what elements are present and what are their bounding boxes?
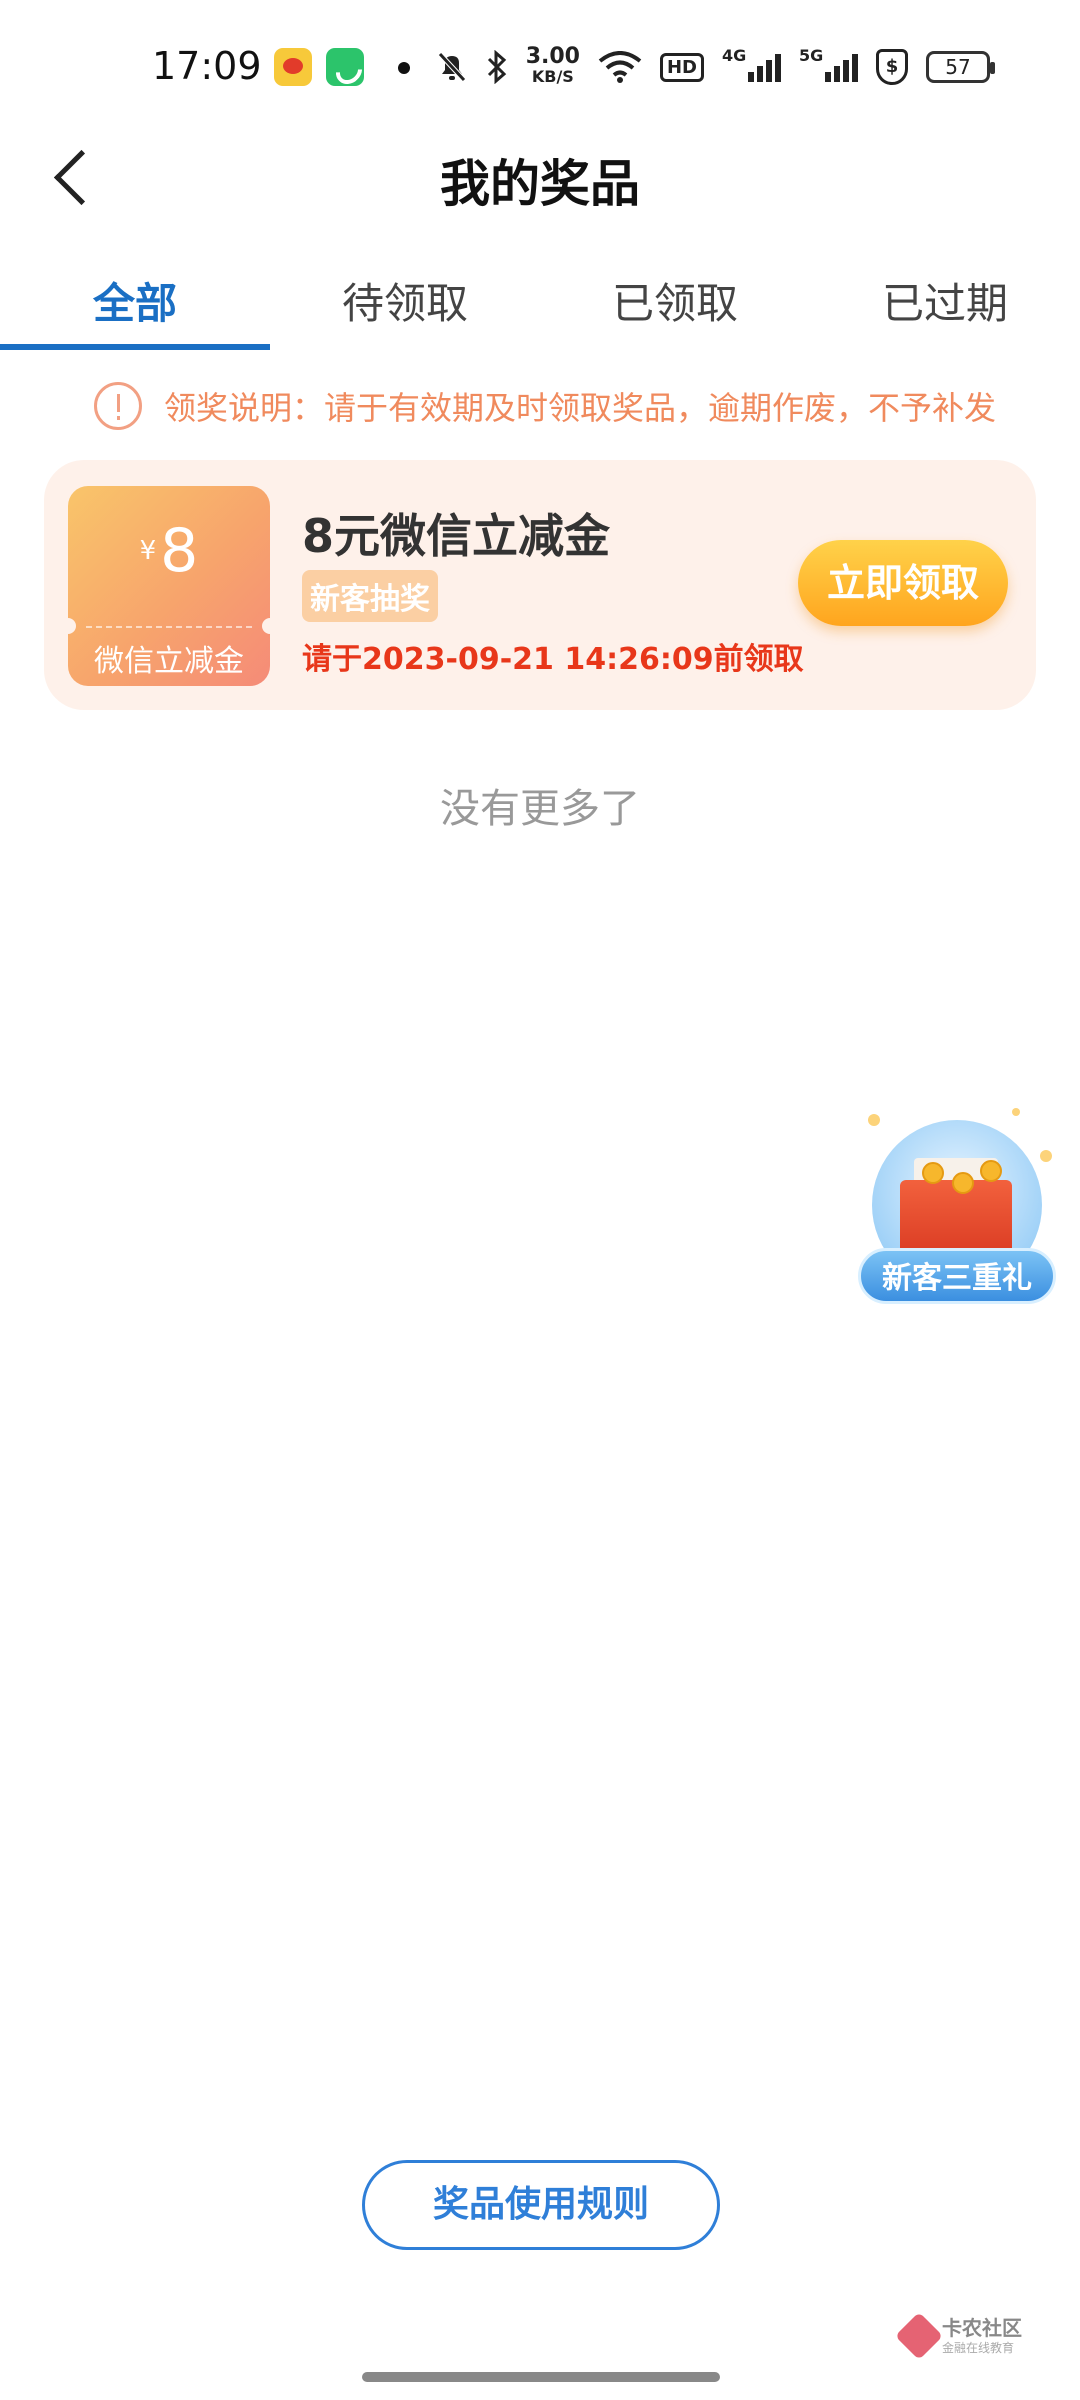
tab-all[interactable]: 全部 <box>0 240 270 350</box>
claim-button[interactable]: 立即领取 <box>798 540 1008 626</box>
tab-claimed[interactable]: 已领取 <box>540 240 810 350</box>
status-indicators: 3.00 KB/S HD 4G 5G $ 57 <box>436 42 995 92</box>
network-speed: 3.00 KB/S <box>525 44 580 87</box>
signal-icon: 4G <box>722 46 781 82</box>
network-speed-unit: KB/S <box>531 67 574 86</box>
prize-deadline: 请于2023-09-21 14:26:09前领取 <box>302 642 804 677</box>
watermark-text: 卡农社区 金融在线教育 <box>942 2318 1022 2354</box>
hd-voice-badge: HD <box>659 52 704 82</box>
coupon-value: ¥8 <box>68 516 270 586</box>
watermark-subtitle: 金融在线教育 <box>942 2341 1015 2355</box>
secure-payment-icon: $ <box>876 49 908 85</box>
coupon-label: 微信立减金 <box>94 644 244 679</box>
tab-pending[interactable]: 待领取 <box>270 240 540 350</box>
prize-card: ¥8 微信立减金 8元微信立减金 新客抽奖 请于2023-09-21 14:26… <box>44 460 1036 710</box>
coupon-notch <box>68 618 76 634</box>
watermark-title: 卡农社区 <box>942 2316 1022 2340</box>
signal-icon: 5G <box>799 46 858 82</box>
battery-icon: 57 <box>926 51 995 83</box>
coupon-currency: ¥ <box>139 536 157 566</box>
coin-icon <box>980 1160 1002 1182</box>
network-speed-value: 3.00 <box>525 44 580 69</box>
new-customer-gift-float[interactable]: 新客三重礼 <box>852 1100 1062 1320</box>
wifi-icon <box>598 51 642 83</box>
warning-icon <box>94 382 142 430</box>
bluetooth-icon <box>487 50 506 84</box>
coin-icon <box>922 1162 944 1184</box>
header: 我的奖品 <box>0 120 1080 230</box>
home-indicator[interactable] <box>362 2372 720 2382</box>
claim-notice: 领奖说明：请于有效期及时领取奖品，逾期作废，不予补发 <box>94 378 1044 434</box>
tab-bar: 全部 待领取 已领取 已过期 <box>0 240 1080 350</box>
coupon-divider <box>86 626 252 628</box>
prize-title: 8元微信立减金 <box>302 509 611 563</box>
status-bar: 17:09 3.00 KB/S HD 4G 5G $ 57 <box>0 0 1080 140</box>
weibo-icon <box>274 48 312 86</box>
mute-bell-icon <box>437 52 466 82</box>
notification-dot <box>398 62 410 74</box>
sparkle-icon <box>1040 1150 1052 1162</box>
coupon-notch <box>262 618 270 634</box>
prize-tag: 新客抽奖 <box>302 570 438 622</box>
kanong-logo-icon <box>894 2311 944 2361</box>
tab-expired[interactable]: 已过期 <box>810 240 1080 350</box>
list-end-text: 没有更多了 <box>440 786 640 832</box>
signal-tag-4g: 4G <box>722 46 747 65</box>
phone-call-icon <box>326 48 364 86</box>
page-title: 我的奖品 <box>440 155 640 213</box>
sparkle-icon <box>868 1114 880 1126</box>
coupon-badge: ¥8 微信立减金 <box>68 486 270 686</box>
status-time: 17:09 <box>152 44 262 88</box>
signal-tag-5g: 5G <box>799 46 824 65</box>
watermark-logo: 卡农社区 金融在线教育 <box>894 2311 1022 2361</box>
prize-rules-button[interactable]: 奖品使用规则 <box>362 2160 720 2250</box>
notice-text: 领奖说明：请于有效期及时领取奖品，逾期作废，不予补发 <box>164 389 997 427</box>
coupon-amount: 8 <box>160 516 199 586</box>
coin-icon <box>952 1172 974 1194</box>
gift-label: 新客三重礼 <box>858 1248 1056 1304</box>
sparkle-icon <box>1012 1108 1020 1116</box>
